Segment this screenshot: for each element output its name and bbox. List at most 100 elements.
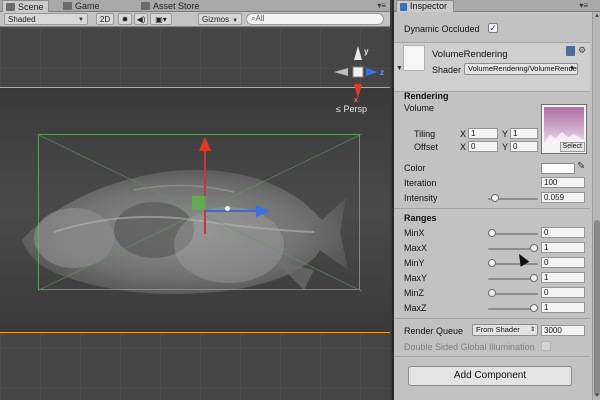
shader-dropdown[interactable]: VolumeRendering/VolumeRender ▼ xyxy=(464,63,578,75)
section-divider xyxy=(394,356,590,357)
game-tab-icon xyxy=(63,2,72,10)
tab-game[interactable]: Game xyxy=(60,0,104,12)
svg-text:x: x xyxy=(354,97,358,102)
scroll-up-icon[interactable]: ▲ xyxy=(594,13,600,19)
info-icon xyxy=(400,2,407,11)
intensity-slider-thumb[interactable] xyxy=(490,194,499,202)
effects-toggle-icon[interactable]: ▣▾ xyxy=(150,13,172,25)
material-header: ▼ VolumeRendering Shader VolumeRendering… xyxy=(394,42,590,92)
section-divider xyxy=(394,318,590,319)
scroll-down-icon[interactable]: ▼ xyxy=(594,393,600,399)
tab-inspector[interactable]: Inspector xyxy=(396,0,455,12)
chevron-down-icon: ▼ xyxy=(78,17,84,23)
chevron-updown-icon: ⇕ xyxy=(529,327,535,333)
scrollbar-thumb[interactable] xyxy=(594,220,600,396)
inspector-panel: Inspector ▾≡ Dynamic Occluded ✓ ▼ Volume… xyxy=(392,0,600,400)
ranges-header: Ranges xyxy=(404,213,437,223)
range-value-field[interactable]: 0 xyxy=(541,287,585,298)
range-slider-thumb[interactable] xyxy=(530,244,538,252)
range-slider-thumb[interactable] xyxy=(488,229,496,237)
tiling-y-label: Y xyxy=(502,129,509,139)
shader-label: Shader xyxy=(432,65,462,75)
material-book-icon[interactable] xyxy=(566,46,575,56)
orientation-gizmo[interactable]: y x z xyxy=(330,42,386,102)
panel-menu-icon[interactable]: ▾≡ xyxy=(579,1,588,10)
range-label: MinY xyxy=(404,258,425,268)
search-input[interactable]: ⌕All xyxy=(246,13,384,25)
render-queue-dropdown[interactable]: From Shader ⇕ xyxy=(472,324,538,336)
iteration-label: Iteration xyxy=(404,178,437,188)
inspector-scrollbar[interactable]: ▲ ▼ xyxy=(592,12,600,400)
range-value-field[interactable]: 1 xyxy=(541,302,585,313)
material-preview-thumbnail xyxy=(403,45,425,71)
range-label: MinX xyxy=(404,228,425,238)
audio-toggle-icon[interactable]: ◀) xyxy=(134,13,148,25)
inspector-tab-bar: Inspector ▾≡ xyxy=(394,0,600,12)
range-slider-thumb[interactable] xyxy=(488,259,496,267)
inspector-body: Dynamic Occluded ✓ ▼ VolumeRendering Sha… xyxy=(394,12,590,400)
dynamic-occluded-checkbox[interactable]: ✓ xyxy=(488,23,498,33)
range-slider-thumb[interactable] xyxy=(488,289,496,297)
offset-y-label: Y xyxy=(502,142,509,152)
shading-mode-dropdown[interactable]: Shaded ▼ xyxy=(4,13,88,25)
add-component-button[interactable]: Add Component xyxy=(408,366,572,386)
tab-asset-store[interactable]: Asset Store xyxy=(138,0,204,12)
range-label: MaxY xyxy=(404,273,428,283)
double-sided-gi-label: Double Sided Global Illumination xyxy=(404,342,535,352)
svg-text:y: y xyxy=(364,47,369,56)
offset-x-label: X xyxy=(460,142,467,152)
texture-select-button[interactable]: Select xyxy=(559,142,585,152)
scene-tab-bar: Scene Game Asset Store ▾≡ xyxy=(0,0,390,12)
tiling-x-label: X xyxy=(460,129,467,139)
svg-text:z: z xyxy=(380,68,384,77)
intensity-label: Intensity xyxy=(404,193,438,203)
tiling-label: Tiling xyxy=(414,129,436,139)
double-sided-gi-checkbox[interactable] xyxy=(541,341,551,351)
2d-toggle-button[interactable]: 2D xyxy=(96,13,114,25)
color-label: Color xyxy=(404,163,426,173)
material-name: VolumeRendering xyxy=(432,49,508,60)
chevron-down-icon: ▼ xyxy=(569,66,575,72)
range-slider-thumb[interactable] xyxy=(530,304,538,312)
intensity-field[interactable]: 0.059 xyxy=(541,192,585,203)
panel-menu-icon[interactable]: ▾≡ xyxy=(377,1,386,10)
asset-store-tab-icon xyxy=(141,2,150,10)
scene-tab-icon xyxy=(6,2,15,11)
lighting-toggle-icon[interactable]: ✹ xyxy=(118,13,132,25)
gizmos-dropdown[interactable]: Gizmos ▼ xyxy=(198,13,242,25)
range-value-field[interactable]: 1 xyxy=(541,242,585,253)
range-label: MaxX xyxy=(404,243,428,253)
range-slider-thumb[interactable] xyxy=(530,274,538,282)
range-label: MinZ xyxy=(404,288,424,298)
tiling-y-field[interactable]: 1 xyxy=(510,128,538,139)
eyedropper-icon[interactable]: ✎ xyxy=(577,161,585,172)
chevron-down-icon: ▼ xyxy=(232,18,239,24)
range-value-field[interactable]: 1 xyxy=(541,272,585,283)
tab-scene[interactable]: Scene xyxy=(2,0,49,12)
offset-y-field[interactable]: 0 xyxy=(510,141,538,152)
iteration-field[interactable]: 100 xyxy=(541,177,585,188)
scene-panel: Scene Game Asset Store ▾≡ Shaded ▼ 2D ✹ ◀… xyxy=(0,0,390,400)
color-swatch[interactable] xyxy=(541,163,575,174)
scene-viewport[interactable]: y x z ≤ Persp xyxy=(0,28,390,400)
move-gizmo-z-axis[interactable] xyxy=(206,210,260,212)
move-gizmo-y-arrow-icon[interactable] xyxy=(199,137,211,151)
offset-x-field[interactable]: 0 xyxy=(468,141,498,152)
volume-label: Volume xyxy=(404,103,435,113)
move-gizmo-center[interactable] xyxy=(225,206,230,211)
move-gizmo-z-arrow-icon[interactable] xyxy=(256,205,270,217)
dynamic-occluded-label: Dynamic Occluded xyxy=(404,24,480,34)
projection-label[interactable]: ≤ Persp xyxy=(336,104,367,114)
settings-gear-icon[interactable]: ⚙ xyxy=(578,45,586,56)
render-queue-field[interactable]: 3000 xyxy=(541,325,585,336)
offset-label: Offset xyxy=(414,142,438,152)
tiling-x-field[interactable]: 1 xyxy=(468,128,498,139)
scene-toolbar: Shaded ▼ 2D ✹ ◀) ▣▾ Gizmos ▼ ⌕All xyxy=(0,12,390,27)
render-queue-label: Render Queue xyxy=(404,326,464,336)
move-gizmo-plane-handle[interactable] xyxy=(192,196,206,210)
volume-texture-slot[interactable]: Select xyxy=(541,104,587,154)
foldout-arrow-icon[interactable]: ▼ xyxy=(396,65,403,72)
range-value-field[interactable]: 0 xyxy=(541,257,585,268)
range-value-field[interactable]: 0 xyxy=(541,227,585,238)
move-gizmo-y-axis[interactable] xyxy=(204,143,206,234)
